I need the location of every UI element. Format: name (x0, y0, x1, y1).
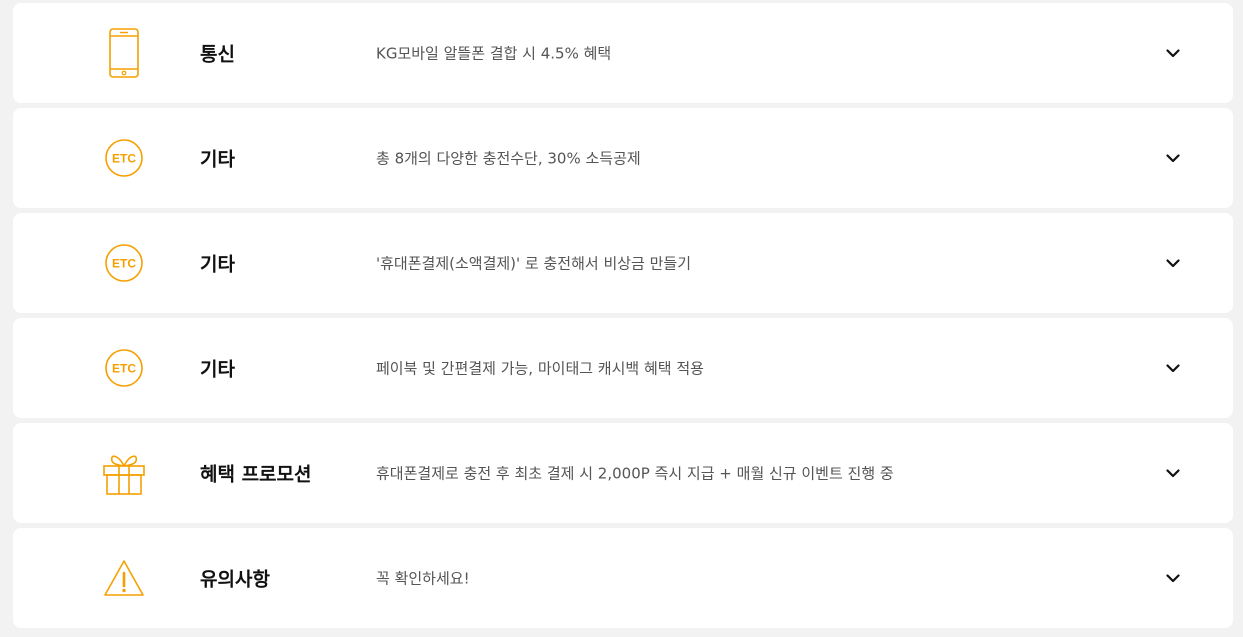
chevron-down-icon[interactable] (1165, 45, 1181, 61)
item-title: 기타 (200, 358, 235, 381)
item-title: 기타 (200, 148, 235, 171)
item-title: 혜택 프로모션 (200, 463, 312, 486)
etc-badge-text: ETC (112, 362, 136, 376)
gift-icon (93, 442, 155, 504)
item-description: 총 8개의 다양한 충전수단, 30% 소득공제 (376, 149, 641, 168)
item-description: '휴대폰결제(소액결제)' 로 충전해서 비상금 만들기 (376, 254, 692, 273)
chevron-down-icon[interactable] (1165, 570, 1181, 586)
etc-badge-text: ETC (112, 257, 136, 271)
item-description: 휴대폰결제로 충전 후 최초 결제 시 2,000P 즉시 지급 + 매월 신규… (376, 464, 894, 483)
accordion-item-telecom[interactable]: 통신 KG모바일 알뜰폰 결합 시 4.5% 혜택 (13, 3, 1233, 103)
benefit-accordion-list: 통신 KG모바일 알뜰폰 결합 시 4.5% 혜택 ETC 기타 총 8개의 다… (0, 0, 1243, 637)
chevron-down-icon[interactable] (1165, 255, 1181, 271)
item-description: KG모바일 알뜰폰 결합 시 4.5% 혜택 (376, 44, 612, 63)
mobile-phone-icon (93, 22, 155, 84)
etc-badge-icon: ETC (93, 337, 155, 399)
chevron-down-icon[interactable] (1165, 465, 1181, 481)
accordion-item-etc-3[interactable]: ETC 기타 페이북 및 간편결제 가능, 마이태그 캐시백 혜택 적용 (13, 318, 1233, 418)
accordion-item-notice[interactable]: 유의사항 꼭 확인하세요! (13, 528, 1233, 628)
accordion-item-etc-2[interactable]: ETC 기타 '휴대폰결제(소액결제)' 로 충전해서 비상금 만들기 (13, 213, 1233, 313)
item-title: 유의사항 (200, 568, 270, 591)
accordion-item-etc-1[interactable]: ETC 기타 총 8개의 다양한 충전수단, 30% 소득공제 (13, 108, 1233, 208)
accordion-item-promotion[interactable]: 혜택 프로모션 휴대폰결제로 충전 후 최초 결제 시 2,000P 즉시 지급… (13, 423, 1233, 523)
item-description: 페이북 및 간편결제 가능, 마이태그 캐시백 혜택 적용 (376, 359, 704, 378)
etc-badge-icon: ETC (93, 232, 155, 294)
item-title: 기타 (200, 253, 235, 276)
chevron-down-icon[interactable] (1165, 360, 1181, 376)
chevron-down-icon[interactable] (1165, 150, 1181, 166)
etc-badge-icon: ETC (93, 127, 155, 189)
warning-icon (93, 547, 155, 609)
item-description: 꼭 확인하세요! (376, 569, 470, 588)
etc-badge-text: ETC (112, 152, 136, 166)
item-title: 통신 (200, 43, 235, 66)
